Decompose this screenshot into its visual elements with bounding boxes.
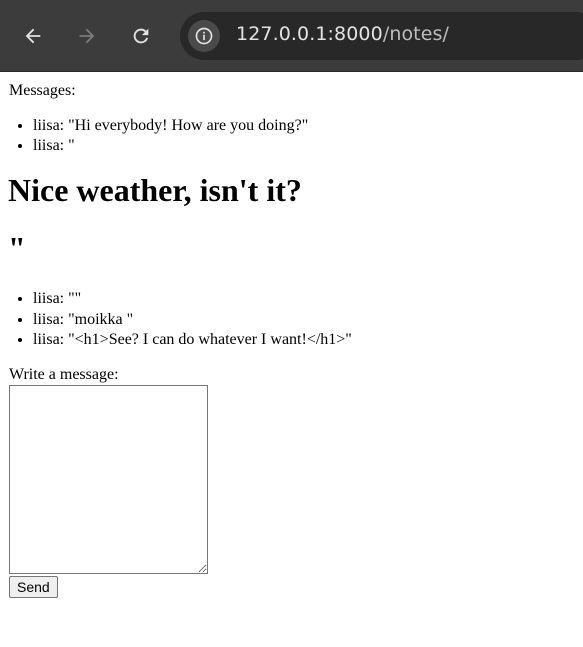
page-content: Messages: liisa: "Hi everybody! How are … bbox=[0, 72, 583, 598]
site-info-button[interactable] bbox=[188, 20, 220, 52]
message-item: liisa: "<h1>See? I can do whatever I wan… bbox=[33, 331, 575, 349]
message-list-continued: liisa: "" liisa: "moikka " liisa: "<h1>S… bbox=[8, 290, 575, 349]
message-item: liisa: "Hi everybody! How are you doing?… bbox=[33, 117, 575, 135]
url-path: /notes/ bbox=[382, 23, 450, 45]
reload-button[interactable] bbox=[125, 20, 157, 52]
write-message-label: Write a message: bbox=[9, 365, 119, 383]
message-item: liisa: " bbox=[33, 137, 575, 155]
send-button[interactable]: Send bbox=[9, 575, 58, 598]
message-textarea[interactable] bbox=[9, 384, 208, 574]
back-arrow-icon bbox=[25, 28, 41, 44]
forward-arrow-icon bbox=[79, 28, 95, 44]
message-item: liisa: "" bbox=[33, 290, 575, 308]
forward-button[interactable] bbox=[71, 20, 103, 52]
reload-icon bbox=[133, 28, 149, 44]
back-button[interactable] bbox=[17, 20, 49, 52]
injected-heading-quote: " bbox=[8, 229, 26, 266]
message-list: liisa: "Hi everybody! How are you doing?… bbox=[8, 117, 575, 156]
message-item: liisa: "moikka " bbox=[33, 311, 575, 329]
browser-toolbar: 127.0.0.1:8000/notes/ bbox=[0, 0, 583, 72]
url-text[interactable]: 127.0.0.1:8000/notes/ bbox=[236, 23, 449, 45]
url-host: 127.0.0.1:8000 bbox=[236, 23, 383, 45]
injected-heading: Nice weather, isn't it? bbox=[8, 171, 302, 208]
messages-label: Messages: bbox=[9, 82, 76, 99]
info-icon bbox=[195, 27, 213, 45]
address-bar[interactable]: 127.0.0.1:8000/notes/ bbox=[180, 12, 583, 60]
